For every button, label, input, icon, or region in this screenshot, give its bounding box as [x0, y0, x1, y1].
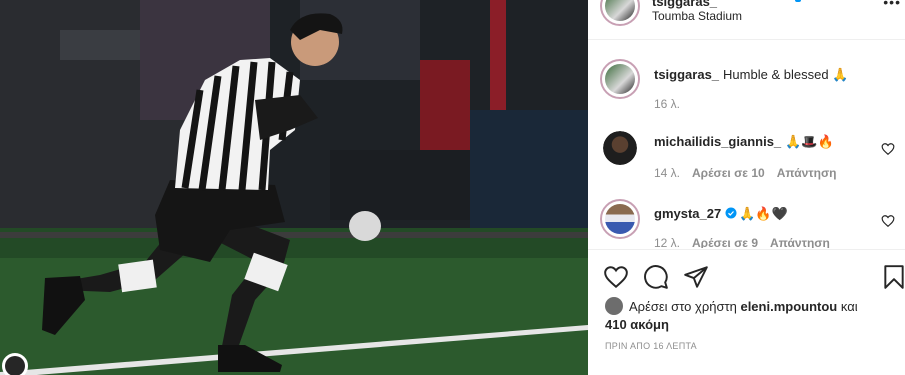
comment-meta: 12 λ. Αρέσει σε 9 Απάντηση	[654, 236, 842, 248]
likes-line: Αρέσει στο χρήστη eleni.mpountou και	[605, 297, 905, 316]
post-header: tsiggaras_ Toumba Stadium •••	[588, 0, 905, 40]
caption-time[interactable]: 16 λ.	[654, 97, 680, 111]
comment-avatar[interactable]	[603, 131, 637, 165]
likes-prefix: Αρέσει στο χρήστη	[629, 299, 737, 314]
bookmark-icon[interactable]	[881, 264, 905, 290]
comment-time[interactable]: 12 λ.	[654, 236, 680, 248]
caption-meta: 16 λ.	[654, 97, 692, 111]
more-options-icon[interactable]: •••	[883, 0, 901, 10]
comments-list: tsiggaras_ Humble & blessed 🙏 16 λ. micha…	[588, 41, 905, 248]
photo-avatar-badge[interactable]	[2, 353, 28, 375]
caption-username[interactable]: tsiggaras_	[654, 67, 719, 82]
post-timestamp[interactable]: ΠΡΙΝ ΑΠΟ 16 ΛΕΠΤΑ	[605, 341, 697, 351]
comment-likes[interactable]: Αρέσει σε 10	[692, 166, 765, 180]
likes-count-line: 410 ακόμη	[605, 316, 905, 334]
caption-body: Humble & blessed 🙏	[723, 67, 849, 82]
comment-text: michailidis_giannis_ 🙏🎩🔥	[654, 133, 834, 151]
like-comment-icon[interactable]	[881, 214, 895, 228]
reply-button[interactable]: Απάντηση	[777, 166, 837, 180]
comment-text: gmysta_27 🙏🔥🖤	[654, 205, 788, 223]
caption-text: tsiggaras_ Humble & blessed 🙏	[654, 66, 848, 84]
post-side-panel: tsiggaras_ Toumba Stadium ••• tsiggaras_…	[588, 0, 905, 375]
reply-button[interactable]: Απάντηση	[770, 236, 830, 248]
comment-time[interactable]: 14 λ.	[654, 166, 680, 180]
comment-avatar[interactable]	[600, 199, 640, 239]
comment-username[interactable]: gmysta_27	[654, 206, 721, 221]
likes-count[interactable]: 410 ακόμη	[605, 317, 669, 332]
comment-body: 🙏🎩🔥	[785, 134, 834, 149]
comment-likes[interactable]: Αρέσει σε 9	[692, 236, 758, 248]
likes-suffix: και	[840, 299, 858, 314]
author-username[interactable]: tsiggaras_	[652, 0, 717, 9]
heart-icon[interactable]	[603, 264, 629, 290]
post-photo[interactable]	[0, 0, 588, 375]
follow-indicator[interactable]	[795, 0, 801, 2]
likes-summary: Αρέσει στο χρήστη eleni.mpountou και 410…	[605, 297, 905, 334]
like-comment-icon[interactable]	[881, 142, 895, 156]
comment-meta: 14 λ. Αρέσει σε 10 Απάντηση	[654, 166, 848, 180]
post-location[interactable]: Toumba Stadium	[652, 9, 742, 23]
comment-body: 🙏🔥🖤	[739, 206, 788, 221]
player-photo-illustration	[0, 0, 588, 375]
comment-icon[interactable]	[643, 264, 669, 290]
verified-badge-icon	[725, 207, 737, 219]
comment-username[interactable]: michailidis_giannis_	[654, 134, 781, 149]
author-avatar[interactable]	[600, 0, 640, 26]
liker-avatar[interactable]	[605, 297, 623, 315]
share-icon[interactable]	[683, 264, 709, 290]
liker-username[interactable]: eleni.mpountou	[740, 299, 837, 314]
action-bar	[588, 249, 905, 297]
caption-avatar[interactable]	[600, 59, 640, 99]
user-silhouette-icon	[5, 356, 25, 375]
